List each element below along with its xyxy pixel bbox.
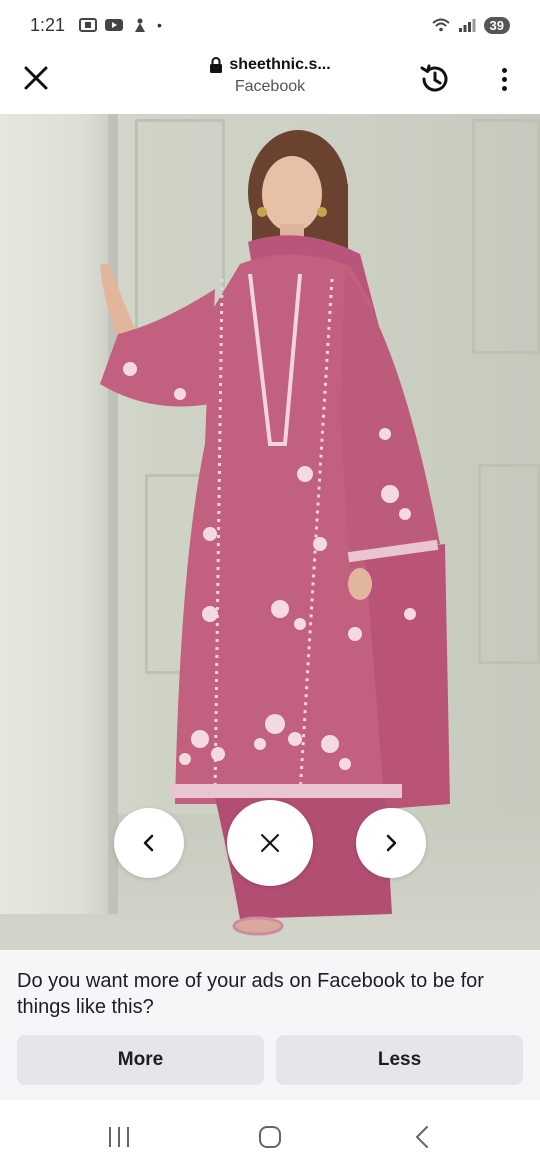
less-button[interactable]: Less [276,1035,523,1085]
product-photo [0,114,540,950]
status-time: 1:21 [30,14,66,35]
more-options-button[interactable] [490,60,518,98]
youtube-icon [105,19,124,31]
home-button[interactable] [250,1122,290,1152]
dot-icon [501,67,507,73]
back-icon [416,1126,428,1148]
status-left: 1:21 • [30,15,162,36]
status-dot: • [157,17,162,33]
status-right: 39 [431,16,510,34]
dismiss-ad-button[interactable] [227,800,313,886]
wifi-icon [431,18,450,32]
screenshot-icon [79,18,98,32]
signal-icon [458,19,476,32]
system-nav-bar [0,1100,540,1170]
next-ad-button[interactable] [356,808,426,878]
page-url: sheethnic.s... [229,56,331,73]
chevron-right-icon [386,834,397,852]
recent-apps-button[interactable] [99,1122,139,1152]
cleaner-icon [135,18,146,32]
chevron-left-icon [143,834,154,852]
home-icon [259,1126,281,1148]
back-button[interactable] [402,1122,442,1152]
lock-icon [210,57,223,73]
previous-ad-button[interactable] [114,808,184,878]
ad-feedback-card: Do you want more of your ads on Facebook… [0,950,540,1100]
url-block: sheethnic.s... Facebook [150,56,390,96]
dot-icon [501,85,507,91]
source-label: Facebook [234,78,306,95]
browser-top-bar: sheethnic.s... Facebook [0,50,540,114]
close-icon [261,834,279,852]
ad-feedback-question: Do you want more of your ads on Facebook… [17,970,484,1018]
history-icon [420,64,448,92]
close-icon [24,66,48,90]
more-button[interactable]: More [17,1035,264,1085]
url-line: sheethnic.s... [150,56,390,74]
status-bar: 1:21 • 39 [0,0,540,50]
dot-icon [501,76,507,82]
history-button[interactable] [416,60,454,98]
recent-apps-icon [109,1127,129,1147]
battery-indicator: 39 [483,16,510,34]
close-browser-button[interactable] [18,60,54,96]
